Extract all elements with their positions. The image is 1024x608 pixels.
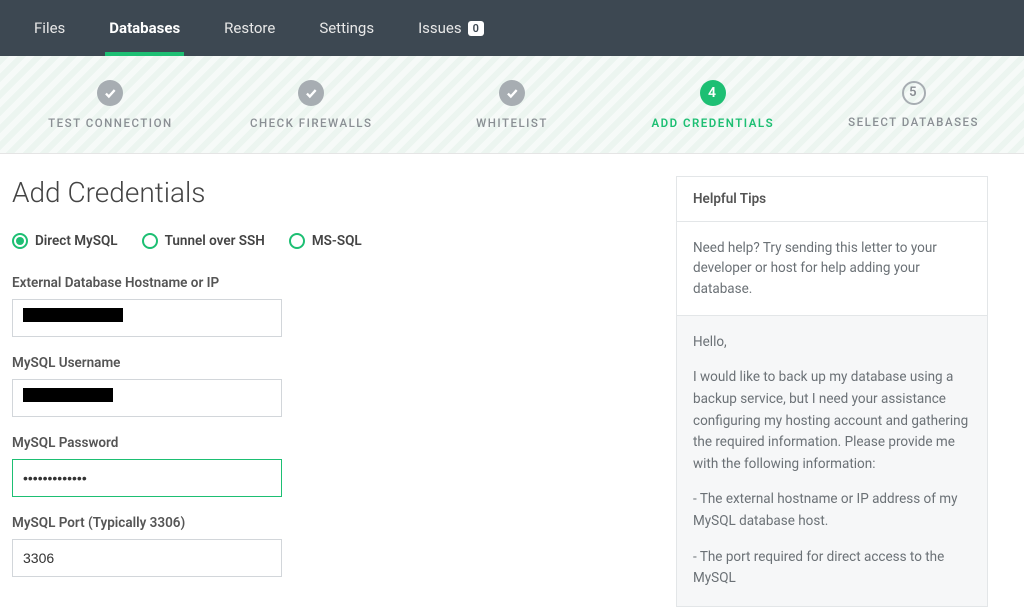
radio-icon (12, 233, 28, 249)
check-icon (298, 80, 324, 106)
step-select-databases[interactable]: 5 SELECT DATABASES (813, 81, 1014, 129)
form-column: Add Credentials Direct MySQL Tunnel over… (12, 176, 652, 607)
top-navigation: Files Databases Restore Settings Issues … (0, 0, 1024, 56)
step-label: ADD CREDENTIALS (651, 116, 774, 130)
letter-bullet-1: - The external hostname or IP address of… (693, 489, 971, 532)
letter-bullet-2: - The port required for direct access to… (693, 547, 971, 590)
helpful-tips-panel: Helpful Tips Need help? Try sending this… (676, 176, 988, 607)
radio-tunnel-ssh[interactable]: Tunnel over SSH (142, 233, 265, 249)
check-icon (97, 80, 123, 106)
nav-databases[interactable]: Databases (87, 0, 202, 56)
port-input[interactable] (12, 539, 282, 577)
tips-intro-text: Need help? Try sending this letter to yo… (677, 222, 987, 316)
username-input[interactable] (12, 379, 282, 417)
nav-issues-label: Issues (418, 19, 462, 37)
tips-heading: Helpful Tips (677, 177, 987, 222)
radio-icon (142, 233, 158, 249)
connection-type-radios: Direct MySQL Tunnel over SSH MS-SQL (12, 233, 652, 249)
radio-direct-mysql[interactable]: Direct MySQL (12, 233, 118, 249)
letter-greeting: Hello, (693, 332, 971, 354)
nav-settings[interactable]: Settings (297, 0, 396, 56)
password-input[interactable] (12, 459, 282, 497)
nav-files[interactable]: Files (12, 0, 87, 56)
radio-icon (289, 233, 305, 249)
username-label: MySQL Username (12, 355, 652, 371)
port-label: MySQL Port (Typically 3306) (12, 515, 652, 531)
step-check-firewalls[interactable]: CHECK FIREWALLS (211, 80, 412, 130)
step-label: TEST CONNECTION (48, 116, 173, 130)
letter-body: I would like to back up my database usin… (693, 367, 971, 475)
hostname-input[interactable] (12, 299, 282, 337)
main-content: Add Credentials Direct MySQL Tunnel over… (0, 154, 1024, 607)
step-add-credentials[interactable]: 4 ADD CREDENTIALS (612, 80, 813, 130)
step-label: WHITELIST (476, 116, 548, 130)
tips-letter: Hello, I would like to back up my databa… (677, 316, 987, 606)
page-title: Add Credentials (12, 176, 652, 209)
nav-restore[interactable]: Restore (202, 0, 297, 56)
step-label: CHECK FIREWALLS (250, 116, 373, 130)
nav-issues[interactable]: Issues 0 (396, 0, 506, 56)
step-test-connection[interactable]: TEST CONNECTION (10, 80, 211, 130)
hostname-label: External Database Hostname or IP (12, 275, 652, 291)
step-label: SELECT DATABASES (848, 115, 979, 129)
issues-count-badge: 0 (468, 21, 484, 36)
radio-label: MS-SQL (312, 233, 362, 249)
step-whitelist[interactable]: WHITELIST (412, 80, 613, 130)
check-icon (499, 80, 525, 106)
radio-mssql[interactable]: MS-SQL (289, 233, 362, 249)
redacted-bar (23, 388, 113, 402)
radio-label: Direct MySQL (35, 233, 118, 249)
step-number-pending: 5 (902, 81, 926, 105)
radio-label: Tunnel over SSH (165, 233, 265, 249)
redacted-bar (23, 308, 123, 322)
password-label: MySQL Password (12, 435, 652, 451)
wizard-stepper: TEST CONNECTION CHECK FIREWALLS WHITELIS… (0, 56, 1024, 154)
step-number-current: 4 (700, 80, 726, 106)
